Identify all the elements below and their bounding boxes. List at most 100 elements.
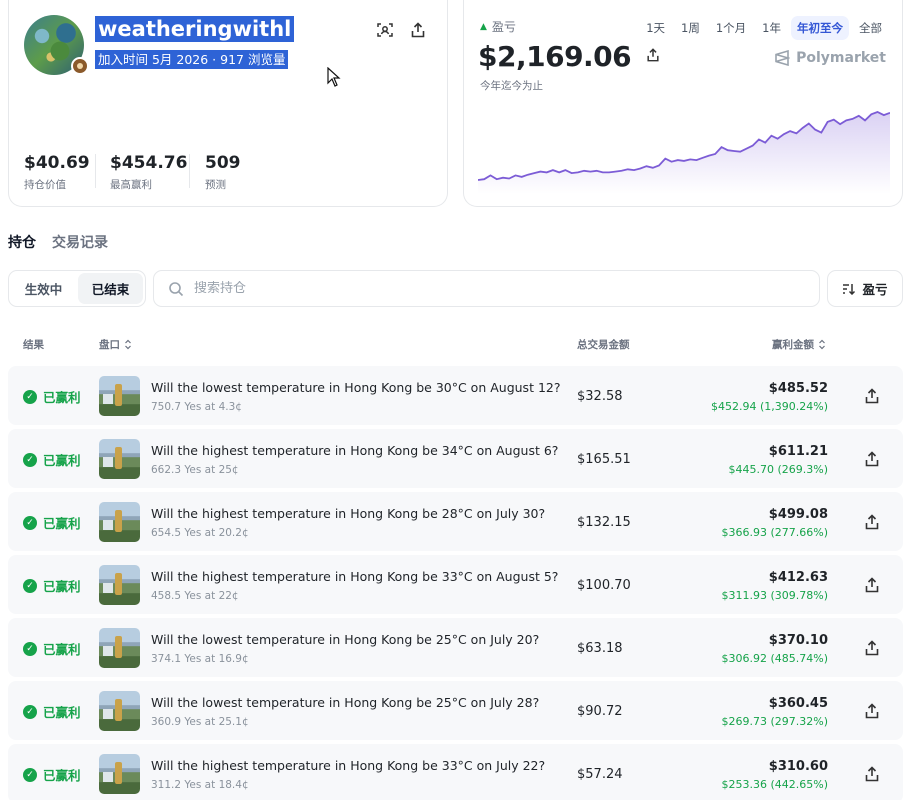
search-icon — [169, 281, 184, 296]
segment-closed[interactable]: 已结束 — [78, 273, 143, 304]
tabs: 持仓 交易记录 — [8, 232, 108, 252]
stat-value: 509 — [205, 153, 241, 173]
share-icon[interactable] — [407, 19, 429, 41]
share-icon[interactable] — [865, 766, 879, 782]
won-change: $311.93 (309.78%) — [721, 589, 828, 602]
header-market[interactable]: 盘口 — [99, 337, 132, 352]
pnl-value: $2,169.06 — [478, 40, 660, 73]
share-icon[interactable] — [865, 451, 879, 467]
position-detail: 750.7 Yes at 4.3¢ — [151, 401, 242, 413]
stat-biggest-win: $454.76 最高赢利 — [110, 153, 187, 192]
tab-activity[interactable]: 交易记录 — [52, 232, 108, 252]
market-thumbnail[interactable] — [99, 376, 140, 416]
divider — [189, 154, 190, 188]
market-question[interactable]: Will the lowest temperature in Hong Kong… — [151, 695, 539, 710]
sort-button[interactable]: 盈亏 — [827, 270, 903, 307]
traded-amount: $90.72 — [577, 704, 623, 719]
market-thumbnail[interactable] — [99, 691, 140, 731]
won-change: $253.36 (442.65%) — [721, 778, 828, 791]
table-row[interactable]: ✓ 已赢利 Will the lowest temperature in Hon… — [8, 681, 903, 740]
status-won: ✓ 已赢利 — [23, 702, 81, 721]
table-row[interactable]: ✓ 已赢利 Will the highest temperature in Ho… — [8, 744, 903, 800]
tab-positions[interactable]: 持仓 — [8, 232, 36, 252]
status-won: ✓ 已赢利 — [23, 639, 81, 658]
sort-label: 盈亏 — [862, 282, 888, 297]
share-icon[interactable] — [865, 703, 879, 719]
won-amount: $360.45 — [768, 696, 828, 711]
position-detail: 360.9 Yes at 25.1¢ — [151, 716, 249, 728]
header-won[interactable]: 赢利金额 — [772, 337, 826, 352]
share-icon[interactable] — [865, 388, 879, 404]
won-amount: $499.08 — [768, 507, 828, 522]
market-question[interactable]: Will the highest temperature in Hong Kon… — [151, 443, 558, 458]
market-question[interactable]: Will the lowest temperature in Hong Kong… — [151, 632, 539, 647]
status-won: ✓ 已赢利 — [23, 450, 81, 469]
sort-icon — [843, 283, 856, 295]
divider — [95, 154, 96, 188]
segment-active[interactable]: 生效中 — [11, 273, 76, 304]
status-toggle: 生效中 已结束 — [8, 270, 146, 307]
status-won: ✓ 已赢利 — [23, 765, 81, 784]
traded-amount: $57.24 — [577, 767, 623, 782]
profile-card: weatheringwithl 加入时间 5月 2026 · 917 浏览量 $… — [8, 0, 448, 207]
share-icon[interactable] — [865, 640, 879, 656]
check-circle-icon: ✓ — [23, 578, 37, 593]
position-detail: 662.3 Yes at 25¢ — [151, 464, 239, 476]
traded-amount: $63.18 — [577, 641, 623, 656]
stat-label: 持仓价值 — [24, 179, 66, 191]
stat-value: $454.76 — [110, 153, 188, 173]
market-thumbnail[interactable] — [99, 754, 140, 794]
market-question[interactable]: Will the lowest temperature in Hong Kong… — [151, 380, 561, 395]
won-amount: $611.21 — [768, 444, 828, 459]
share-icon[interactable] — [865, 577, 879, 593]
stat-value: $40.69 — [24, 153, 90, 173]
market-thumbnail[interactable] — [99, 502, 140, 542]
sort-toggle-icon — [125, 339, 131, 350]
status-label: 已赢利 — [43, 453, 81, 468]
pnl-period: 今年迄今为止 — [480, 80, 543, 92]
stat-label: 最高赢利 — [110, 179, 152, 191]
range-1w[interactable]: 1周 — [675, 16, 706, 40]
table-row[interactable]: ✓ 已赢利 Will the lowest temperature in Hon… — [8, 366, 903, 425]
mouse-cursor-icon — [327, 67, 341, 87]
range-all[interactable]: 全部 — [853, 16, 888, 40]
search-bar — [153, 270, 820, 307]
won-amount: $370.10 — [768, 633, 828, 648]
check-circle-icon: ✓ — [23, 389, 37, 404]
market-question[interactable]: Will the highest temperature in Hong Kon… — [151, 506, 545, 521]
pnl-label-text: 盈亏 — [491, 20, 516, 34]
pnl-card: ▲ 盈亏 $2,169.06 今年迄今为止 1天 1周 1个月 1年 年初至今 … — [463, 0, 903, 207]
range-ytd[interactable]: 年初至今 — [791, 16, 849, 40]
range-1m[interactable]: 1个月 — [710, 16, 752, 40]
market-thumbnail[interactable] — [99, 565, 140, 605]
share-icon[interactable] — [865, 514, 879, 530]
position-detail: 654.5 Yes at 20.2¢ — [151, 527, 249, 539]
chart-area — [478, 112, 890, 194]
status-label: 已赢利 — [43, 579, 81, 594]
market-thumbnail[interactable] — [99, 439, 140, 479]
check-circle-icon: ✓ — [23, 641, 37, 656]
market-question[interactable]: Will the highest temperature in Hong Kon… — [151, 758, 545, 773]
traded-amount: $32.58 — [577, 389, 623, 404]
stat-predictions: 509 预测 — [205, 153, 241, 192]
table-row[interactable]: ✓ 已赢利 Will the lowest temperature in Hon… — [8, 618, 903, 677]
market-question[interactable]: Will the highest temperature in Hong Kon… — [151, 569, 558, 584]
search-input[interactable] — [194, 281, 754, 296]
range-1d[interactable]: 1天 — [640, 16, 671, 40]
share-icon[interactable] — [646, 48, 660, 62]
range-1y[interactable]: 1年 — [756, 16, 787, 40]
scan-icon[interactable] — [374, 19, 396, 41]
table-row[interactable]: ✓ 已赢利 Will the highest temperature in Ho… — [8, 555, 903, 614]
header-market-label: 盘口 — [99, 339, 120, 351]
table-row[interactable]: ✓ 已赢利 Will the highest temperature in Ho… — [8, 492, 903, 551]
market-thumbnail[interactable] — [99, 628, 140, 668]
check-circle-icon: ✓ — [23, 515, 37, 530]
status-won: ✓ 已赢利 — [23, 513, 81, 532]
polymarket-icon — [775, 50, 791, 66]
won-change: $306.92 (485.74%) — [721, 652, 828, 665]
won-change: $366.93 (277.66%) — [721, 526, 828, 539]
table-row[interactable]: ✓ 已赢利 Will the highest temperature in Ho… — [8, 429, 903, 488]
pnl-amount: $2,169.06 — [478, 40, 632, 73]
stat-label: 预测 — [205, 179, 226, 191]
check-circle-icon: ✓ — [23, 452, 37, 467]
